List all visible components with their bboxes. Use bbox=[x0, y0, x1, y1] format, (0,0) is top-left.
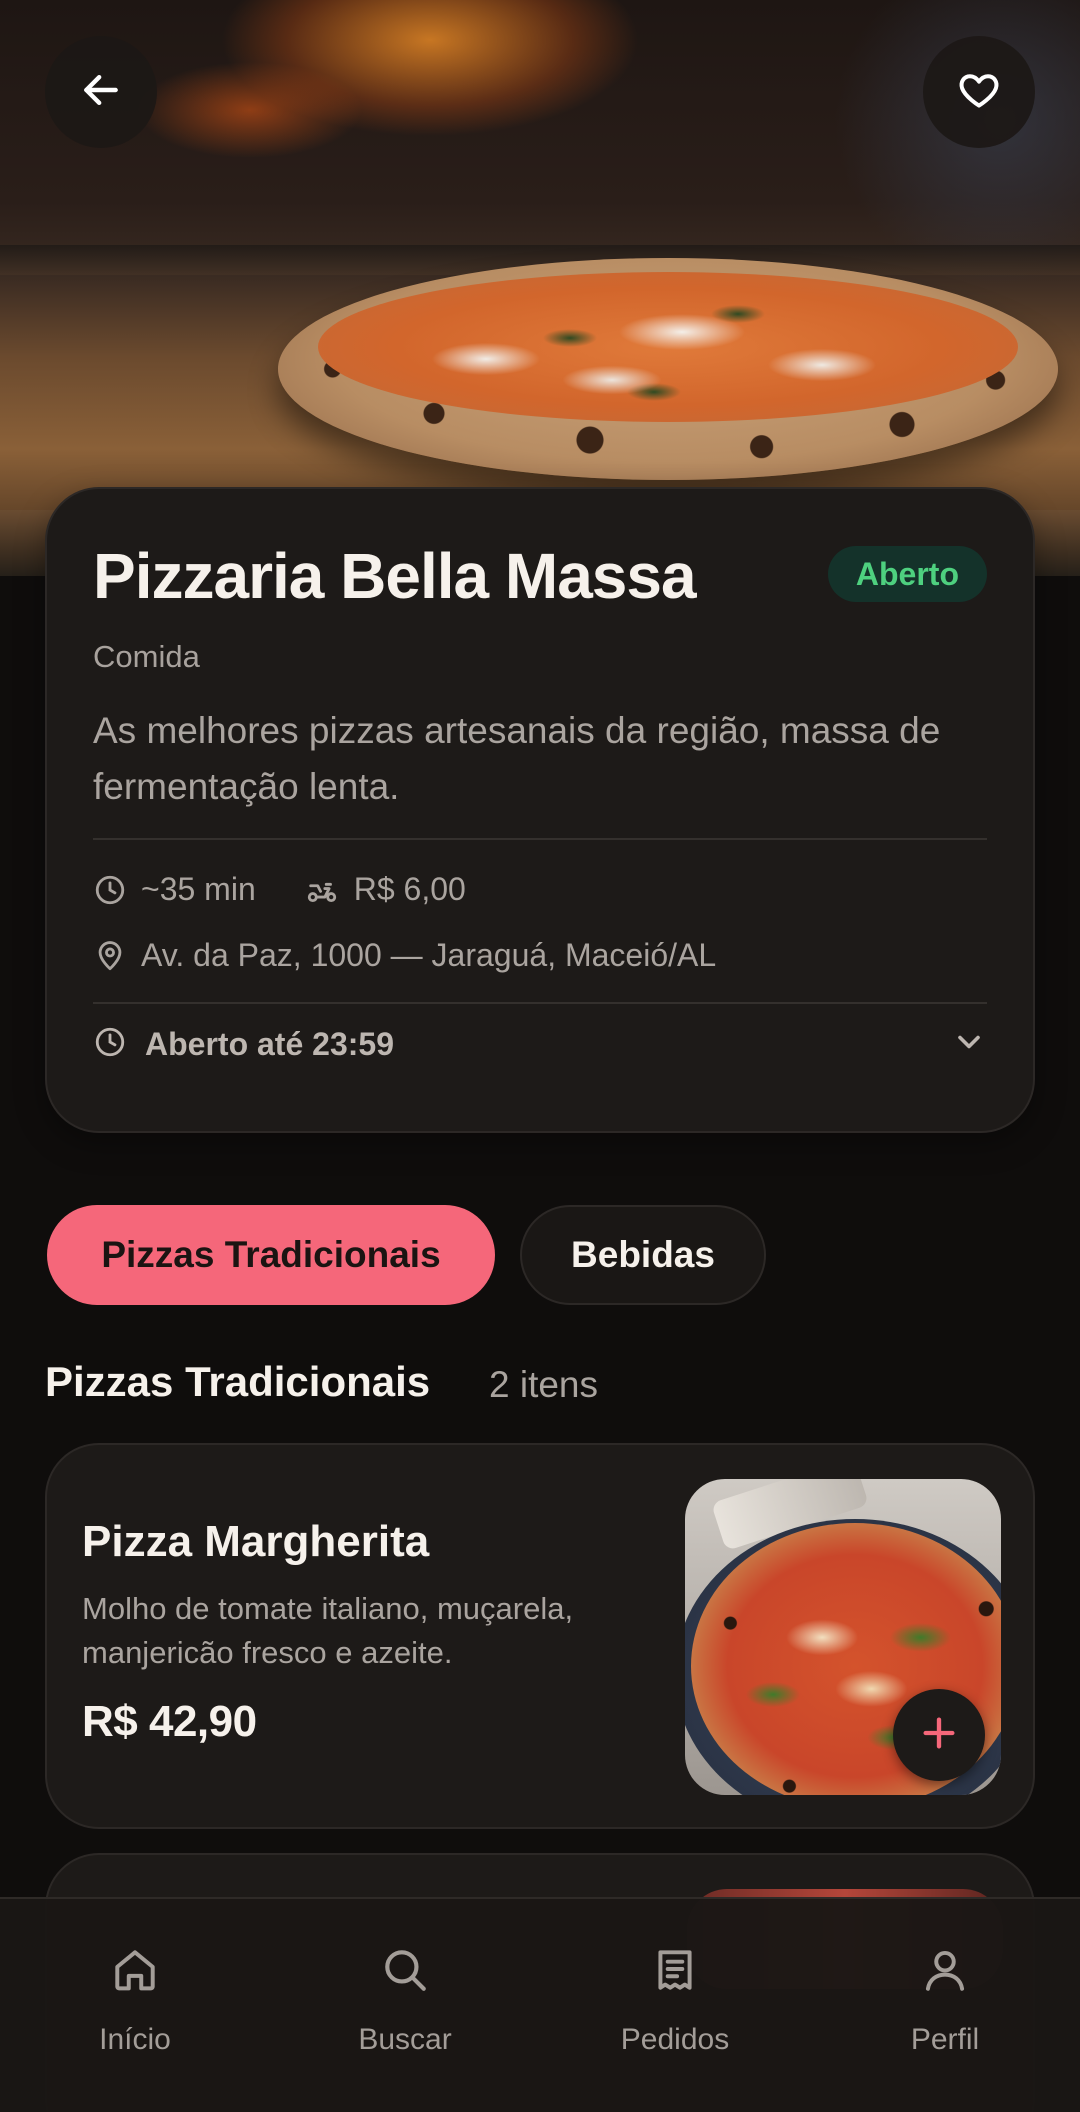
clock-icon bbox=[93, 873, 127, 907]
nav-label: Pedidos bbox=[620, 2023, 730, 2056]
product-price: R$ 42,90 bbox=[82, 1697, 257, 1746]
address-row: Av. da Paz, 1000 — Jaraguá, Maceió/AL bbox=[93, 937, 716, 974]
tab-pizzas-tradicionais[interactable]: Pizzas Tradicionais bbox=[47, 1205, 495, 1305]
home-icon bbox=[110, 1943, 160, 1997]
nav-item-inicio[interactable]: Início bbox=[0, 1899, 270, 2112]
restaurant-page: Pizzaria Bella Massa Aberto Comida As me… bbox=[0, 0, 1080, 2112]
restaurant-address: Av. da Paz, 1000 — Jaraguá, Maceió/AL bbox=[141, 937, 717, 973]
divider bbox=[93, 1002, 987, 1004]
nav-label: Buscar bbox=[358, 2023, 452, 2056]
nav-label: Início bbox=[99, 2023, 171, 2056]
opening-hours: Aberto até 23:59 bbox=[145, 1025, 394, 1062]
nav-label: Perfil bbox=[910, 2023, 980, 2056]
add-to-cart-button[interactable] bbox=[893, 1689, 985, 1781]
search-icon bbox=[380, 1943, 430, 1997]
divider bbox=[93, 838, 987, 840]
plus-icon bbox=[919, 1713, 959, 1758]
chevron-down-icon bbox=[951, 1024, 987, 1065]
profile-icon bbox=[920, 1943, 970, 1997]
restaurant-category: Comida bbox=[93, 639, 200, 674]
product-card[interactable]: Pizza Margherita Molho de tomate italian… bbox=[45, 1443, 1035, 1829]
section-title: Pizzas Tradicionais bbox=[45, 1358, 431, 1405]
status-badge: Aberto bbox=[827, 546, 987, 602]
arrow-left-icon bbox=[79, 68, 123, 117]
delivery-time: ~35 min bbox=[141, 871, 256, 907]
favorite-button[interactable] bbox=[923, 36, 1035, 148]
delivery-info-row: ~35 min R$ 6,00 bbox=[93, 871, 466, 908]
section-item-count: 2 itens bbox=[489, 1364, 599, 1405]
opening-hours-toggle[interactable]: Aberto até 23:59 bbox=[93, 1016, 987, 1072]
nav-item-buscar[interactable]: Buscar bbox=[270, 1899, 540, 2112]
bottom-navigation: Início Buscar Pedidos Perfil bbox=[0, 1897, 1080, 2112]
orders-icon bbox=[650, 1943, 700, 1997]
nav-item-perfil[interactable]: Perfil bbox=[810, 1899, 1080, 2112]
restaurant-info-card: Pizzaria Bella Massa Aberto Comida As me… bbox=[45, 487, 1035, 1133]
back-button[interactable] bbox=[45, 36, 157, 148]
delivery-fee: R$ 6,00 bbox=[353, 871, 466, 907]
nav-item-pedidos[interactable]: Pedidos bbox=[540, 1899, 810, 2112]
heart-icon bbox=[957, 68, 1001, 117]
clock-icon bbox=[93, 1025, 127, 1064]
restaurant-name: Pizzaria Bella Massa bbox=[93, 540, 697, 612]
product-description: Molho de tomate italiano, muçarela, manj… bbox=[82, 1591, 574, 1670]
tab-bebidas[interactable]: Bebidas bbox=[520, 1205, 766, 1305]
product-name: Pizza Margherita bbox=[82, 1517, 430, 1566]
location-pin-icon bbox=[93, 938, 127, 974]
restaurant-description: As melhores pizzas artesanais da região,… bbox=[93, 710, 941, 807]
scooter-icon bbox=[304, 873, 340, 907]
